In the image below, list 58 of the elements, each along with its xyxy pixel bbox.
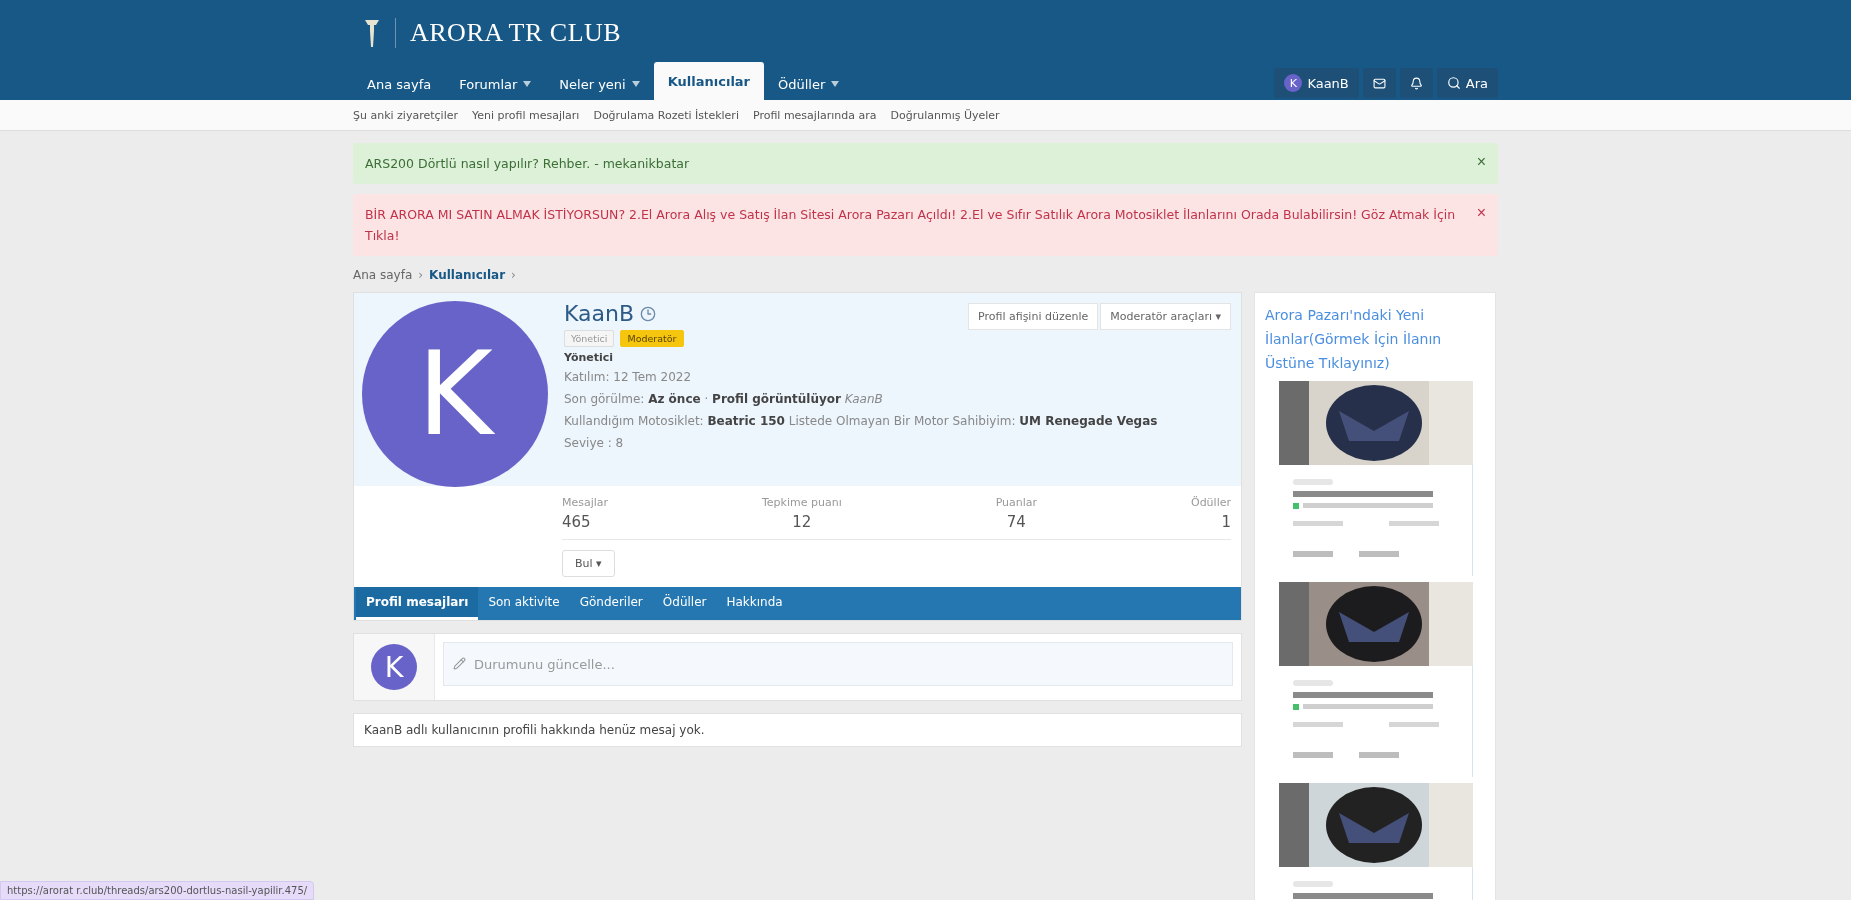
- user-banner: Moderatör: [620, 330, 684, 347]
- subnav-link[interactable]: Yeni profil mesajları: [472, 108, 580, 122]
- profile-name: KaanB: [564, 301, 635, 326]
- stat-label: Puanlar: [995, 496, 1038, 509]
- search-icon: [1446, 76, 1461, 90]
- mail-icon: [1372, 76, 1386, 90]
- breadcrumb-separator: ›: [511, 268, 516, 282]
- subnav-link[interactable]: Doğrulama Rozeti İstekleri: [593, 108, 739, 122]
- subnav-link[interactable]: Şu anki ziyaretçiler: [353, 108, 458, 122]
- profile-tab[interactable]: Gönderiler: [569, 587, 653, 620]
- notice-text[interactable]: ARS200 Dörtlü nasıl yapılır? Rehber. - mekanikbatar: [365, 153, 690, 174]
- stat-value: 12: [792, 513, 812, 531]
- torch-logo-icon: [363, 17, 381, 49]
- motorcycle-text: Kullandığım Motosiklet: Beatric 150 Listede Olmayan Bir Motor Sahibiyim: UM Renegade Vegas: [564, 413, 1159, 430]
- profile-tab[interactable]: Hakkında: [716, 587, 793, 620]
- close-button[interactable]: ×: [1476, 204, 1486, 222]
- nav-tab[interactable]: Ana sayfa: [353, 68, 446, 100]
- breadcrumb-separator: ›: [418, 268, 424, 282]
- breadcrumb-link[interactable]: Kullanıcılar: [429, 268, 506, 282]
- status-input-field[interactable]: Durumunu güncelle...: [443, 642, 1233, 686]
- bell-icon: [1409, 76, 1423, 90]
- profile-tab[interactable]: Profil mesajları: [356, 587, 479, 620]
- stat-value: 74: [1006, 513, 1026, 531]
- stat-label: Mesajlar: [562, 496, 609, 509]
- stat-value: 465: [562, 513, 591, 531]
- history-icon[interactable]: [640, 305, 657, 322]
- profile-tab[interactable]: Ödüller: [652, 587, 717, 620]
- profile-avatar: K: [362, 301, 548, 487]
- joined-text: Katılım: 12 Tem 2022: [564, 369, 693, 386]
- user-banner: Yönetici: [564, 330, 615, 347]
- user-title: Yönetici: [564, 351, 615, 364]
- nav-tab[interactable]: Neler yeni: [545, 68, 654, 100]
- alerts-button[interactable]: [1399, 68, 1433, 98]
- nav-tab[interactable]: Kullanıcılar: [653, 62, 765, 100]
- user-avatar: K: [371, 644, 417, 690]
- find-button[interactable]: Bul ▾: [562, 550, 615, 577]
- empty-message: KaanB adlı kullanıcının profili hakkında henüz mesaj yok.: [353, 713, 1242, 747]
- profile-action-button[interactable]: Profil afişini düzenle: [968, 303, 1099, 330]
- subnav-link[interactable]: Doğrulanmış Üyeler: [890, 108, 1000, 122]
- notice-text[interactable]: BİR ARORA MI SATIN ALMAK İSTİYORSUN? 2.El Arora Alış ve Satış İlan Sitesi Arora Pazarı Açıldı! 2.El ve Sıfır Satılık Arora Motosiklet İlanlarını Orada Bulabilirsin! Göz Atmak İçin Tıkla!: [365, 204, 1457, 246]
- profile-action-button[interactable]: Moderatör araçları ▾: [1100, 303, 1231, 330]
- profile-tab[interactable]: Son aktivite: [478, 587, 570, 620]
- stat-value: 1: [1221, 513, 1231, 531]
- subnav-link[interactable]: Profil mesajlarında ara: [752, 108, 877, 122]
- user-menu-button[interactable]: K KaanB: [1274, 68, 1359, 98]
- inbox-button[interactable]: [1362, 68, 1396, 98]
- stat-label: Tepkime puanı: [762, 496, 842, 509]
- site-logo-text[interactable]: ARORA TR CLUB: [395, 18, 622, 48]
- breadcrumb-link[interactable]: Ana sayfa: [353, 268, 413, 282]
- nav-tab[interactable]: Ödüller: [764, 68, 854, 100]
- stat-label: Ödüller: [1190, 496, 1231, 509]
- close-button[interactable]: ×: [1476, 153, 1486, 171]
- last-seen-text: Son görülme: Az önce · Profil görüntülüyor KaanB: [564, 391, 884, 408]
- nav-tab[interactable]: Forumlar: [445, 68, 546, 100]
- level-text: Seviye : 8: [564, 435, 625, 452]
- search-button[interactable]: Ara: [1436, 68, 1498, 98]
- pencil-icon: [453, 657, 466, 670]
- status-bar-url: https://arorat r.club/threads/ars200-dortlus-nasil-yapilir.475/: [0, 881, 315, 900]
